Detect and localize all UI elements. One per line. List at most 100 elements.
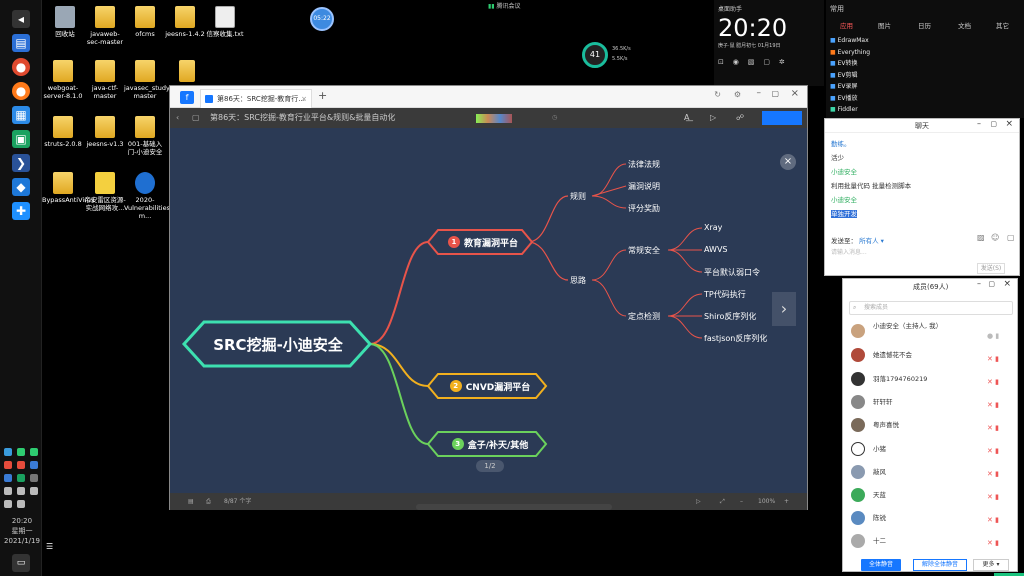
mic-icon[interactable]: ● ▮	[987, 325, 999, 348]
minimize-icon[interactable]: –	[977, 279, 981, 288]
history-icon[interactable]: ◷	[552, 108, 557, 128]
tray-icon[interactable]	[30, 474, 38, 482]
volume-icon[interactable]	[17, 500, 25, 508]
font-icon[interactable]: A͟	[684, 108, 689, 128]
sync-icon[interactable]: ↻	[714, 90, 721, 99]
desktop-icon-folder[interactable]: ofcms	[124, 6, 166, 38]
copy-icon[interactable]: ▢	[763, 58, 770, 66]
node-regular-item[interactable]: 平台默认弱口令	[704, 267, 760, 278]
back-icon[interactable]: ‹	[176, 108, 179, 128]
mic-muted-icon[interactable]: ✕ ▮	[987, 371, 999, 394]
chat-input[interactable]: 请输入消息...	[831, 247, 971, 259]
tray-icon[interactable]	[4, 448, 12, 456]
desktop-icon-text[interactable]: 信察收集.txt	[204, 6, 246, 38]
launcher-app[interactable]: ■ Everything	[830, 47, 870, 59]
page-icon[interactable]: ▢	[192, 108, 200, 128]
branch-node-education[interactable]: 1 教育漏洞平台	[438, 234, 528, 250]
firefox-icon[interactable]: ●	[12, 82, 30, 100]
launcher-app[interactable]: ■ EV播放	[830, 93, 870, 105]
node-point-item[interactable]: Shiro反序列化	[704, 311, 756, 322]
tray-icon[interactable]	[30, 448, 38, 456]
crop-icon[interactable]: ⊡	[718, 58, 724, 66]
tray-icon[interactable]	[4, 474, 12, 482]
desktop-icon-folder[interactable]: javaweb-sec-master	[84, 6, 126, 46]
tray-icon[interactable]	[17, 461, 25, 469]
mic-muted-icon[interactable]: ✕ ▮	[987, 348, 999, 371]
print-icon[interactable]: ⎙	[206, 493, 211, 510]
maximize-icon[interactable]: ▢	[990, 120, 997, 128]
image-icon[interactable]: ▨	[977, 233, 985, 242]
close-icon[interactable]: ×	[791, 88, 799, 99]
launcher-app[interactable]: ■ Fiddler	[830, 104, 870, 116]
browser-tab[interactable]: 第86天：SRC挖掘-教育行... ×	[200, 89, 312, 108]
terminal-icon[interactable]: ▣	[12, 130, 30, 148]
desktop-icon-archive[interactable]: BypassAntiVirus	[42, 172, 94, 204]
send-to-select[interactable]: 所有人	[859, 237, 879, 245]
mic-muted-icon[interactable]: ✕ ▮	[987, 394, 999, 417]
fit-icon[interactable]: ⤢	[720, 493, 725, 510]
minimize-icon[interactable]: –	[757, 88, 762, 98]
chrome-icon[interactable]: ●	[12, 58, 30, 76]
tab-images[interactable]: 图片	[878, 20, 891, 30]
cpu-gauge[interactable]: 41	[582, 42, 608, 68]
settings-icon[interactable]: ✲	[779, 58, 785, 66]
more-button[interactable]: 更多 ▾	[973, 559, 1009, 571]
zoom-in-icon[interactable]: +	[784, 493, 789, 510]
window-switcher-bar[interactable]	[416, 504, 612, 510]
node-regular[interactable]: 常规安全	[628, 245, 660, 256]
close-icon[interactable]: ×	[1005, 119, 1013, 129]
mic-muted-icon[interactable]: ✕ ▮	[987, 509, 999, 532]
play-icon[interactable]: ▷	[696, 493, 701, 510]
meeting-indicator[interactable]: ▮▮ 腾讯会议	[488, 1, 521, 10]
tab-calendar[interactable]: 日历	[918, 20, 931, 30]
tray-icon[interactable]	[30, 487, 38, 495]
mute-all-button[interactable]: 全体静音	[861, 559, 901, 571]
launcher-app[interactable]: ■ EV转换	[830, 58, 870, 70]
launcher-app[interactable]: ■ EV剪辑	[830, 70, 870, 82]
tab-docs[interactable]: 文档	[958, 20, 971, 30]
keyboard-icon[interactable]	[4, 500, 12, 508]
node-regular-item[interactable]: AWVS	[704, 245, 728, 254]
tray-icon[interactable]	[30, 461, 38, 469]
tray-icon[interactable]	[17, 487, 25, 495]
folder-icon[interactable]: ▤	[12, 34, 30, 52]
desktop-icon-folder[interactable]: java-ctf-master	[84, 60, 126, 100]
outline-icon[interactable]: ▤	[188, 493, 194, 510]
launcher-app[interactable]: ■ EdrawMax	[830, 35, 870, 47]
app-icon[interactable]: ▦	[12, 106, 30, 124]
node-point-item[interactable]: fastjson反序列化	[704, 333, 767, 344]
maximize-icon[interactable]: ▢	[988, 280, 995, 288]
tray-icon[interactable]	[4, 487, 12, 495]
desktop-icon-archive[interactable]: javasec_study-master	[124, 60, 172, 100]
node-point-item[interactable]: TP代码执行	[704, 289, 746, 300]
close-icon[interactable]: ×	[1003, 279, 1011, 289]
list-icon[interactable]: ☰	[46, 542, 58, 552]
back-icon[interactable]: ◂	[12, 10, 30, 28]
tab-other[interactable]: 其它	[996, 20, 1009, 30]
desktop-icon-folder[interactable]: jeesns-v1.3	[84, 116, 126, 148]
desktop-icon-archive[interactable]	[166, 60, 208, 84]
mic-muted-icon[interactable]: ✕ ▮	[987, 463, 999, 486]
desktop-icon-recycle-bin[interactable]: 回收站	[44, 6, 86, 38]
mic-muted-icon[interactable]: ✕ ▮	[987, 440, 999, 463]
minimize-icon[interactable]: –	[977, 119, 981, 128]
launcher-app[interactable]: ■ EV录屏	[830, 81, 870, 93]
eye-icon[interactable]: ◉	[733, 58, 739, 66]
tab-apps[interactable]: 应用	[840, 20, 853, 30]
node-rule-item[interactable]: 漏洞说明	[628, 181, 660, 192]
share-button[interactable]	[762, 111, 802, 125]
tray-icon[interactable]	[17, 448, 25, 456]
mic-muted-icon[interactable]: ✕ ▮	[987, 486, 999, 509]
node-ideas[interactable]: 思路	[570, 275, 586, 286]
node-rule-item[interactable]: 法律法规	[628, 159, 660, 170]
mic-muted-icon[interactable]: ✕ ▮	[987, 417, 999, 440]
send-button[interactable]: 发送(S)	[977, 263, 1005, 274]
close-present-button[interactable]: ×	[780, 154, 796, 170]
play-icon[interactable]: ▷	[710, 108, 716, 128]
desktop-icon-pdf[interactable]: 帝安雷区资源-实战网络攻...	[84, 172, 126, 212]
dingtalk-icon[interactable]: ✚	[12, 202, 30, 220]
node-regular-item[interactable]: Xray	[704, 223, 722, 232]
taskbar-clock[interactable]: 20:20 星期一 2021/1/19	[2, 516, 42, 546]
desktop-icon-archive[interactable]: webgoat-server-8.1.0	[42, 60, 84, 100]
zoom-out-icon[interactable]: –	[740, 493, 743, 510]
